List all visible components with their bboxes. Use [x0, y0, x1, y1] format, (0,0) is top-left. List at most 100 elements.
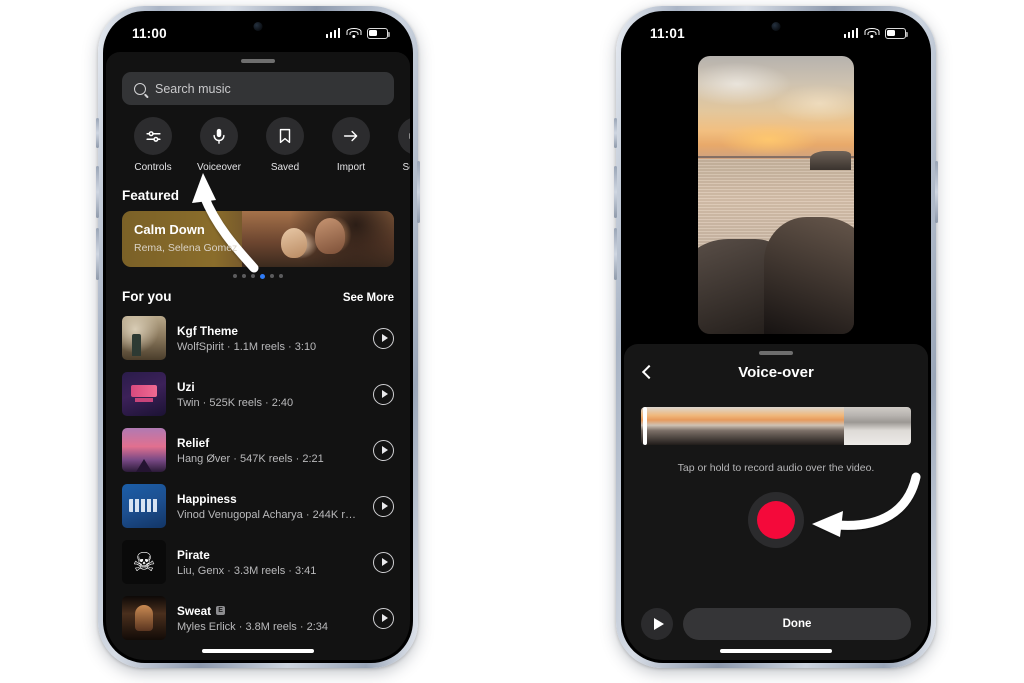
- play-icon[interactable]: [373, 551, 394, 573]
- done-button[interactable]: Done: [683, 608, 911, 640]
- wifi-icon: [346, 27, 361, 39]
- track-subtitle: Myles Erlick · 3.8M reels · 2:34: [177, 620, 328, 633]
- home-indicator[interactable]: [202, 649, 314, 653]
- film-frame: [657, 407, 675, 445]
- track-row[interactable]: Relief Hang Øver · 547K reels · 2:21: [106, 422, 410, 478]
- track-meta: Happiness Vinod Venugopal Acharya · 244K…: [177, 492, 362, 521]
- album-art: [122, 372, 166, 416]
- video-preview[interactable]: [698, 56, 854, 334]
- panel-header: Voice-over: [624, 355, 928, 389]
- featured-subtitle: Rema, Selena Gomez: [134, 242, 238, 254]
- status-indicators: [843, 27, 909, 39]
- film-frame: [809, 407, 827, 445]
- mute-switch[interactable]: [96, 118, 99, 148]
- mute-switch[interactable]: [614, 118, 617, 148]
- panel-footer: Done: [624, 608, 928, 640]
- play-icon[interactable]: [373, 495, 394, 517]
- carousel-dots[interactable]: [122, 267, 394, 279]
- wifi-icon: [864, 27, 879, 39]
- sheet-grabber[interactable]: [241, 59, 275, 63]
- album-art: [122, 428, 166, 472]
- chevron-left-icon[interactable]: [641, 364, 657, 380]
- action-saved[interactable]: Saved: [252, 117, 318, 173]
- microphone-icon: [200, 117, 238, 155]
- featured-card[interactable]: Calm Down Rema, Selena Gomez: [122, 211, 394, 267]
- power-button[interactable]: [417, 161, 420, 223]
- action-controls[interactable]: Controls: [120, 117, 186, 173]
- play-icon[interactable]: [373, 439, 394, 461]
- cellular-icon: [325, 28, 340, 38]
- carousel-dot[interactable]: [233, 274, 237, 278]
- carousel-dot[interactable]: [251, 274, 255, 278]
- action-import[interactable]: Import: [318, 117, 384, 173]
- filmstrip[interactable]: [641, 407, 911, 445]
- track-subtitle: Hang Øver · 547K reels · 2:21: [177, 452, 324, 465]
- explicit-badge: E: [216, 606, 226, 615]
- voice-over-panel: Voice-over Tap or hold to record audio o…: [624, 344, 928, 660]
- arrow-right-icon: [332, 117, 370, 155]
- panel-title: Voice-over: [738, 363, 814, 381]
- carousel-dot[interactable]: [270, 274, 274, 278]
- cliff: [810, 150, 851, 170]
- record-hint: Tap or hold to record audio over the vid…: [677, 462, 875, 474]
- track-subtitle: Vinod Venugopal Acharya · 244K ree...: [177, 508, 362, 521]
- track-row[interactable]: Sweat E Myles Erlick · 3.8M reels · 2:34: [106, 590, 410, 646]
- track-meta: Kgf Theme WolfSpirit · 1.1M reels · 3:10: [177, 324, 362, 353]
- track-title: Pirate: [177, 547, 210, 562]
- track-row[interactable]: Kgf Theme WolfSpirit · 1.1M reels · 3:10: [106, 310, 410, 366]
- track-meta: Relief Hang Øver · 547K reels · 2:21: [177, 436, 362, 465]
- track-title: Relief: [177, 435, 210, 450]
- action-label: Controls: [134, 162, 172, 173]
- record-button[interactable]: [748, 492, 804, 548]
- phone-right-screen: 11:01 Voice-over Tap or hold to record a…: [624, 14, 928, 660]
- home-indicator[interactable]: [720, 649, 832, 653]
- carousel-dot[interactable]: [279, 274, 283, 278]
- for-you-heading: For you: [122, 289, 172, 304]
- action-voiceover[interactable]: Voiceover: [186, 117, 252, 173]
- track-title-text: Sweat: [177, 603, 212, 618]
- album-art: [122, 596, 166, 640]
- track-title: Kgf Theme: [177, 323, 238, 338]
- playhead[interactable]: [643, 407, 647, 445]
- action-sound[interactable]: Sound: [384, 117, 410, 173]
- speaker-icon: [398, 117, 410, 155]
- play-icon[interactable]: [641, 608, 673, 640]
- featured-title: Calm Down: [134, 222, 205, 237]
- carousel-dot-active[interactable]: [260, 274, 265, 279]
- play-icon[interactable]: [373, 383, 394, 405]
- action-label: Saved: [270, 162, 300, 173]
- volume-down-button[interactable]: [96, 228, 99, 280]
- search-input[interactable]: Search music: [122, 72, 394, 105]
- notch: [204, 14, 312, 39]
- front-camera-icon: [253, 22, 263, 31]
- featured-carousel: Calm Down Rema, Selena Gomez: [106, 211, 410, 279]
- track-row[interactable]: Happiness Vinod Venugopal Acharya · 244K…: [106, 478, 410, 534]
- status-bar-right: 11:01: [624, 14, 928, 52]
- status-bar-left: 11:00: [106, 14, 410, 52]
- track-meta: Sweat E Myles Erlick · 3.8M reels · 2:34: [177, 604, 362, 633]
- volume-up-button[interactable]: [96, 166, 99, 218]
- volume-up-button[interactable]: [614, 166, 617, 218]
- bookmark-icon: [266, 117, 304, 155]
- front-camera-icon: [771, 22, 781, 31]
- film-frame: [725, 407, 743, 445]
- see-more-button[interactable]: See More: [343, 292, 394, 304]
- film-frame: [691, 407, 709, 445]
- notch: [722, 14, 830, 39]
- phone-right: 11:01 Voice-over Tap or hold to record a…: [614, 6, 938, 668]
- track-row[interactable]: Pirate Liu, Genx · 3.3M reels · 3:41: [106, 534, 410, 590]
- power-button[interactable]: [935, 161, 938, 223]
- play-icon[interactable]: [373, 327, 394, 349]
- track-meta: Uzi Twin · 525K reels · 2:40: [177, 380, 362, 409]
- album-art: [122, 316, 166, 360]
- film-frame: [843, 407, 861, 445]
- carousel-dot[interactable]: [242, 274, 246, 278]
- search-icon: [134, 82, 146, 95]
- film-frame: [894, 407, 911, 445]
- volume-down-button[interactable]: [614, 228, 617, 280]
- film-frame: [674, 407, 692, 445]
- play-icon[interactable]: [373, 607, 394, 629]
- track-row[interactable]: Uzi Twin · 525K reels · 2:40: [106, 366, 410, 422]
- track-list: Kgf Theme WolfSpirit · 1.1M reels · 3:10…: [106, 310, 410, 646]
- featured-artwork: [241, 211, 394, 267]
